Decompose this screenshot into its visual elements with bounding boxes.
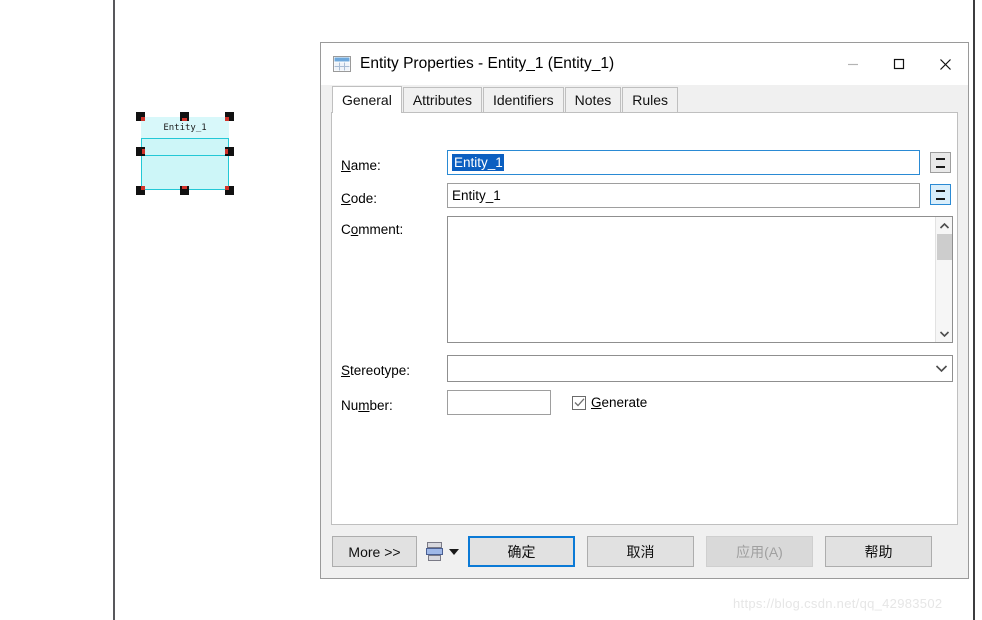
report-print-icon[interactable] [426, 542, 443, 561]
resize-handle-middle-left[interactable] [136, 147, 145, 156]
name-equals-button[interactable] [930, 152, 951, 173]
watermark-text: https://blog.csdn.net/qq_42983502 [733, 596, 943, 611]
dialog-tabs: General Attributes Identifiers Notes Rul… [321, 85, 968, 113]
number-label-accel: m [358, 398, 370, 413]
close-icon[interactable] [922, 43, 968, 85]
ok-button[interactable]: 确定 [468, 536, 575, 567]
number-label: Number: [341, 398, 393, 413]
dialog-titlebar[interactable]: Entity Properties - Entity_1 (Entity_1) [321, 43, 968, 85]
code-input[interactable]: Entity_1 [447, 183, 920, 208]
resize-handle-middle-right[interactable] [225, 147, 234, 156]
help-button[interactable]: 帮助 [825, 536, 932, 567]
resize-handle-top-right[interactable] [225, 112, 234, 121]
tab-notes-label: Notes [574, 92, 612, 108]
dialog-title: Entity Properties - Entity_1 (Entity_1) [360, 55, 615, 72]
tab-identifiers-label: Identifiers [492, 92, 554, 108]
general-tab-panel: Name: Entity_1 Code: Entity_1 Comment: S… [331, 112, 958, 525]
comment-label: Comment: [341, 222, 403, 237]
name-label: Name: [341, 158, 381, 173]
code-label-accel: C [341, 191, 351, 206]
number-label-prefix: Nu [341, 398, 359, 413]
tab-rules-label: Rules [632, 92, 669, 108]
code-label: Code: [341, 191, 377, 206]
scroll-up-icon[interactable] [936, 217, 953, 234]
generate-label-accel: G [591, 395, 602, 410]
scroll-down-icon[interactable] [936, 325, 953, 342]
stereotype-label-accel: S [341, 363, 351, 378]
entity-properties-dialog: Entity Properties - Entity_1 (Entity_1) … [320, 42, 969, 579]
resize-handle-bottom-right[interactable] [225, 186, 234, 195]
tab-notes[interactable]: Notes [564, 87, 622, 112]
comment-label-rest: mment: [358, 222, 404, 237]
generate-checkbox-row[interactable]: Generate [572, 395, 647, 410]
name-input[interactable]: Entity_1 [447, 150, 920, 175]
chevron-down-icon[interactable] [449, 548, 459, 555]
equals-icon [936, 189, 945, 200]
number-input[interactable] [447, 390, 551, 415]
name-input-value: Entity_1 [452, 154, 504, 171]
comment-label-prefix: C [341, 222, 351, 237]
code-equals-button[interactable] [930, 184, 951, 205]
entity-symbol[interactable]: Entity_1 [136, 112, 234, 195]
tab-attributes-label: Attributes [412, 92, 472, 108]
window-controls [830, 43, 968, 85]
name-label-accel: N [341, 158, 351, 173]
resize-handle-bottom-center[interactable] [180, 186, 189, 195]
apply-button: 应用(A) [706, 536, 813, 567]
canvas-left-divider [113, 0, 115, 620]
resize-handle-top-left[interactable] [136, 112, 145, 121]
stereotype-combobox[interactable] [447, 355, 953, 382]
dialog-button-bar: More >> 确定 取消 应用(A) 帮助 [321, 525, 968, 578]
tab-rules[interactable]: Rules [622, 87, 679, 112]
comment-textarea[interactable] [447, 216, 953, 343]
tab-general-label: General [342, 92, 392, 108]
entity-attributes-section [141, 139, 229, 156]
resize-handle-top-center[interactable] [180, 112, 189, 121]
generate-label: Generate [591, 395, 647, 410]
tab-attributes[interactable]: Attributes [402, 87, 482, 112]
canvas-right-divider [973, 0, 975, 620]
print-button-group[interactable] [426, 542, 459, 561]
table-icon [333, 56, 351, 72]
number-label-rest: ber: [369, 398, 393, 413]
comment-textarea-body[interactable] [448, 217, 935, 342]
name-label-rest: ame: [350, 158, 381, 173]
stereotype-label-rest: tereotype: [350, 363, 411, 378]
stereotype-label: Stereotype: [341, 363, 410, 378]
code-label-rest: ode: [350, 191, 378, 206]
generate-checkbox[interactable] [572, 395, 586, 410]
entity-name-label: Entity_1 [163, 122, 207, 133]
minimize-icon[interactable] [830, 43, 876, 85]
cancel-button[interactable]: 取消 [587, 536, 694, 567]
comment-scrollbar[interactable] [935, 217, 952, 342]
code-input-value: Entity_1 [452, 188, 501, 203]
tab-general[interactable]: General [332, 86, 402, 113]
more-button[interactable]: More >> [332, 536, 417, 567]
scrollbar-thumb[interactable] [936, 234, 952, 260]
resize-handle-bottom-left[interactable] [136, 186, 145, 195]
tab-identifiers[interactable]: Identifiers [482, 87, 564, 112]
maximize-icon[interactable] [876, 43, 922, 85]
generate-label-rest: enerate [601, 395, 648, 410]
equals-icon [936, 157, 945, 168]
chevron-down-icon[interactable] [930, 364, 952, 373]
